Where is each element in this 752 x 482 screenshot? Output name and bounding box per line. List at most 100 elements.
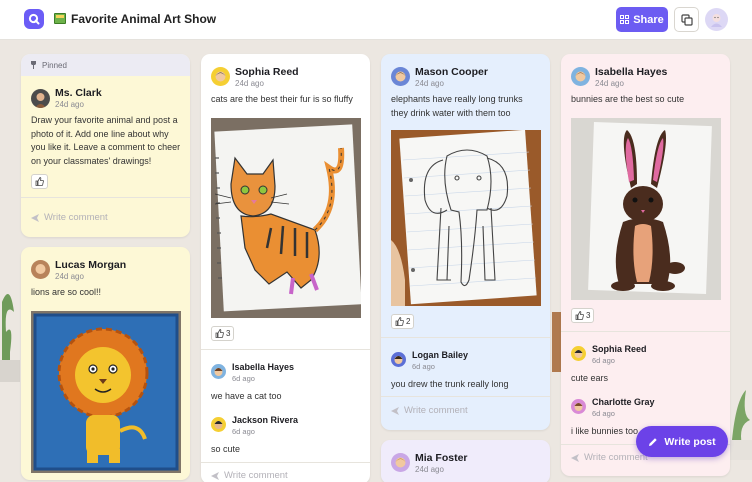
divider	[381, 337, 550, 338]
divider	[21, 197, 190, 198]
post-card[interactable]: Mia Foster 24d ago	[381, 440, 550, 482]
avatar	[31, 89, 50, 108]
background-shelf	[552, 312, 561, 372]
like-button[interactable]: 2	[391, 314, 415, 329]
comment-time: 6d ago	[592, 409, 615, 418]
comment-time: 6d ago	[232, 374, 255, 383]
duplicate-icon	[680, 13, 693, 26]
comment-author: Sophia Reed	[592, 344, 647, 354]
like-count: 2	[406, 317, 411, 326]
post-time: 24d ago	[55, 272, 84, 281]
post-time: 24d ago	[235, 79, 264, 88]
thumbs-up-icon	[395, 317, 404, 326]
pinned-label: Pinned	[42, 60, 67, 70]
avatar	[211, 417, 226, 432]
write-comment-field[interactable]: Write comment	[571, 452, 648, 463]
cat-drawing-image[interactable]	[211, 118, 361, 318]
divider	[201, 349, 370, 350]
write-comment-field[interactable]: Write comment	[31, 212, 108, 223]
background-plant-right	[728, 390, 752, 460]
like-count: 3	[586, 311, 591, 320]
send-icon	[211, 471, 219, 480]
post-text: Draw your favorite animal and post a pho…	[31, 115, 181, 166]
divider	[561, 331, 730, 332]
comment-author: Jackson Rivera	[232, 415, 299, 425]
avatar	[571, 67, 590, 86]
post-card[interactable]: Sophia Reed 24d ago cats are the best th…	[201, 54, 370, 482]
avatar	[571, 399, 586, 414]
comment-time: 6d ago	[592, 356, 615, 365]
send-icon	[571, 453, 579, 462]
thumbs-up-icon	[575, 311, 584, 320]
app-logo-icon[interactable]	[24, 9, 44, 29]
send-icon	[31, 213, 39, 222]
top-bar: Favorite Animal Art Show Share	[0, 0, 752, 40]
send-icon	[391, 406, 399, 415]
bunny-drawing-image[interactable]	[571, 118, 721, 300]
write-comment-label: Write comment	[224, 470, 288, 481]
post-text: elephants have really long trunks they d…	[391, 94, 523, 118]
like-button[interactable]: 3	[211, 326, 235, 341]
post-time: 24d ago	[415, 79, 444, 88]
post-author: Isabella Hayes	[595, 66, 668, 78]
post-card[interactable]: Mason Cooper 24d ago elephants have real…	[381, 54, 550, 430]
write-comment-field[interactable]: Write comment	[391, 405, 468, 416]
comment-author: Charlotte Gray	[592, 397, 655, 407]
avatar	[211, 67, 230, 86]
pinned-banner: Pinned	[21, 54, 190, 76]
comment-text: you drew the trunk really long	[391, 379, 509, 389]
thumbs-up-icon	[35, 177, 44, 186]
avatar	[391, 352, 406, 367]
comment-text: so cute	[211, 444, 241, 454]
post-author: Lucas Morgan	[55, 259, 127, 271]
avatar	[391, 67, 410, 86]
write-comment-label: Write comment	[404, 405, 468, 416]
post-text: cats are the best their fur is so fluffy	[211, 94, 353, 104]
grid-icon	[620, 15, 630, 24]
thumbs-up-icon	[215, 329, 224, 338]
post-time: 24d ago	[415, 465, 444, 474]
avatar	[211, 364, 226, 379]
duplicate-button[interactable]	[674, 7, 699, 32]
avatar	[31, 260, 50, 279]
board-emoji-icon	[54, 13, 66, 24]
comment-time: 6d ago	[232, 427, 255, 436]
elephant-drawing-image[interactable]	[391, 130, 541, 306]
avatar	[391, 453, 410, 472]
post-author: Ms. Clark	[55, 87, 102, 99]
post-text: lions are so cool!!	[31, 287, 102, 297]
share-label: Share	[633, 13, 664, 26]
write-post-button[interactable]: Write post	[636, 426, 728, 457]
lion-drawing-image[interactable]	[31, 311, 181, 473]
post-author: Mason Cooper	[415, 66, 488, 78]
background-plant	[0, 294, 20, 382]
post-time: 24d ago	[595, 79, 624, 88]
share-button[interactable]: Share	[616, 7, 668, 32]
comment-author: Logan Bailey	[412, 350, 469, 360]
like-button[interactable]	[31, 174, 48, 189]
divider	[381, 396, 550, 397]
comment-text: we have a cat too	[211, 391, 282, 401]
pin-icon	[31, 61, 36, 69]
write-post-label: Write post	[664, 435, 716, 448]
like-button[interactable]: 3	[571, 308, 595, 323]
comment-text: cute ears	[571, 373, 609, 383]
like-count: 3	[226, 329, 231, 338]
post-author: Mia Foster	[415, 452, 468, 464]
board-title: Favorite Animal Art Show	[71, 12, 217, 26]
comment-time: 6d ago	[412, 362, 435, 371]
comment-text: i like bunnies too	[571, 426, 639, 436]
divider	[201, 462, 370, 463]
post-card[interactable]: Lucas Morgan 24d ago lions are so cool!!	[21, 247, 190, 480]
post-card-pinned[interactable]: Pinned Ms. Clark 24d ago Draw your favor…	[21, 54, 190, 237]
write-comment-label: Write comment	[44, 212, 108, 223]
pencil-icon	[649, 437, 658, 446]
avatar	[571, 346, 586, 361]
comment-author: Isabella Hayes	[232, 362, 295, 372]
write-comment-label: Write comment	[584, 452, 648, 463]
post-author: Sophia Reed	[235, 66, 299, 78]
user-avatar[interactable]	[705, 8, 728, 31]
write-comment-field[interactable]: Write comment	[211, 470, 288, 481]
post-time: 24d ago	[55, 100, 84, 109]
post-card[interactable]: Isabella Hayes 24d ago bunnies are the b…	[561, 54, 730, 476]
